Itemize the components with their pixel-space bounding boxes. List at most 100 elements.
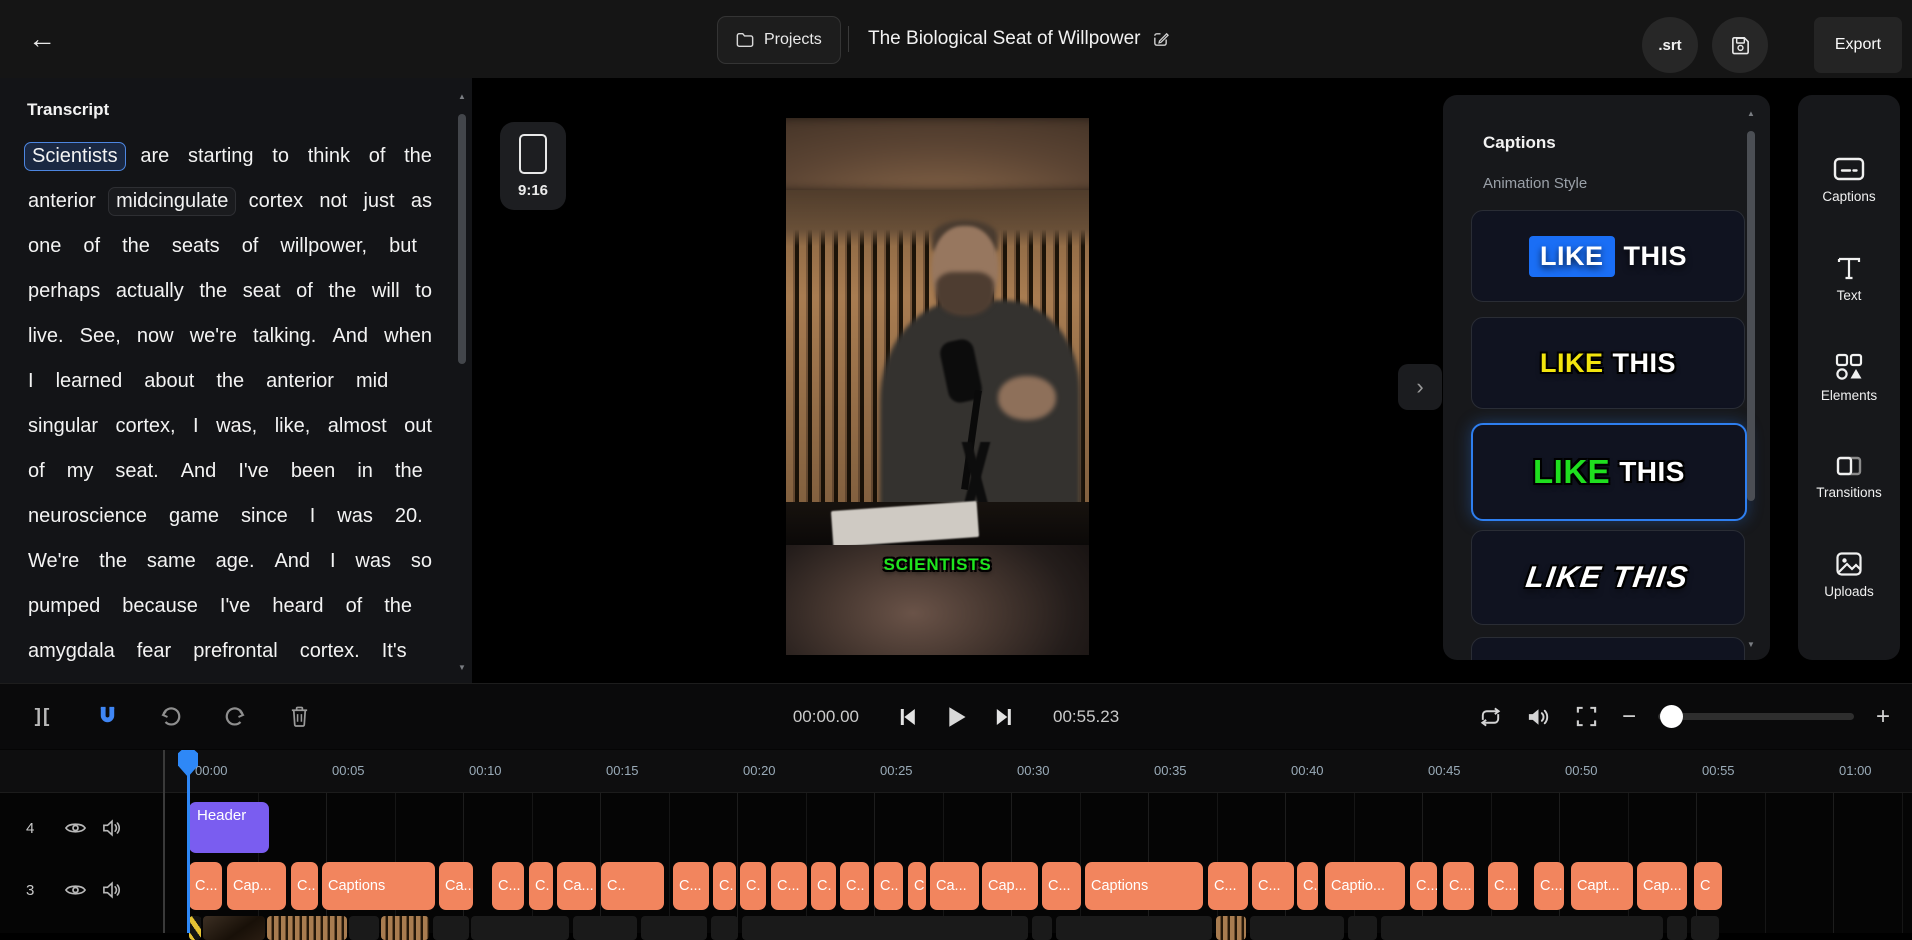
transcript-word[interactable]: actually (112, 277, 188, 306)
filmstrip-segment[interactable] (203, 916, 265, 940)
transcript-word[interactable]: And (177, 457, 221, 486)
captions-panel-scrollbar[interactable]: ▲ ▼ (1746, 109, 1756, 649)
track-visibility-toggle[interactable] (64, 882, 87, 898)
transcript-word[interactable]: of (342, 592, 367, 621)
caption-clip[interactable]: C (908, 862, 926, 910)
fullscreen-button[interactable] (1574, 704, 1600, 730)
transcript-word[interactable]: we're (186, 322, 241, 351)
transcript-word[interactable]: perhaps (24, 277, 104, 306)
volume-button[interactable] (1526, 704, 1552, 730)
transcript-word[interactable]: game (165, 502, 223, 531)
transcript-word[interactable]: of (292, 277, 317, 306)
caption-clip[interactable]: C... (1208, 862, 1248, 910)
caption-clip[interactable]: C (1694, 862, 1722, 910)
transcript-word[interactable]: out (400, 412, 436, 441)
transcript-word[interactable]: the (391, 457, 427, 486)
caption-clip[interactable]: C.. (601, 862, 664, 910)
caption-clip[interactable]: Cap... (1637, 862, 1687, 910)
transcript-word[interactable]: the (324, 277, 360, 306)
transcript-word[interactable]: was (333, 502, 377, 531)
transcript-word[interactable]: anterior (24, 187, 100, 216)
zoom-in-button[interactable]: + (1876, 705, 1890, 729)
transcript-word[interactable]: about (140, 367, 198, 396)
snap-magnet-button[interactable] (94, 704, 120, 730)
caption-clip[interactable]: C. (713, 862, 736, 910)
transcript-word[interactable]: seat. (111, 457, 162, 486)
transcript-word[interactable]: because (118, 592, 202, 621)
transcript-word[interactable]: seats (168, 232, 224, 261)
filmstrip-segment[interactable] (381, 916, 429, 940)
play-button[interactable] (943, 704, 969, 730)
transcript-word[interactable]: are (136, 142, 173, 171)
transcript-word[interactable]: starting (184, 142, 258, 171)
sidebar-item-uploads[interactable]: Uploads (1824, 551, 1874, 599)
transcript-word[interactable]: in (353, 457, 377, 486)
transcript-word[interactable]: Scientists (24, 142, 126, 171)
caption-style-option-5[interactable] (1471, 637, 1745, 660)
zoom-out-button[interactable]: − (1622, 705, 1636, 729)
captions-panel-scrollbar-thumb[interactable] (1747, 131, 1755, 501)
caption-clip[interactable]: Ca... (439, 862, 473, 910)
scroll-down-icon[interactable]: ▼ (458, 663, 466, 672)
transcript-word[interactable]: See, (76, 322, 125, 351)
aspect-ratio-button[interactable]: 9:16 (500, 122, 566, 210)
filmstrip-segment[interactable] (1381, 916, 1663, 940)
video-caption-overlay[interactable]: SCIENTISTS (786, 555, 1089, 575)
timeline-ruler[interactable]: 00:0000:0500:1000:1500:2000:2500:3000:35… (0, 750, 1912, 793)
transcript-scrollbar[interactable]: ▲ ▼ (457, 92, 467, 672)
transcript-word[interactable]: just (359, 187, 398, 216)
transcript-word[interactable]: the (400, 142, 436, 171)
undo-button[interactable] (158, 704, 184, 730)
edit-title-icon[interactable] (1152, 31, 1169, 48)
transcript-word[interactable]: now (133, 322, 178, 351)
transcript-word[interactable]: of (24, 457, 49, 486)
transcript-word[interactable]: anterior (262, 367, 338, 396)
caption-clip[interactable]: C. (1297, 862, 1318, 910)
transcript-word[interactable]: was, (212, 412, 261, 441)
back-button[interactable]: ← (24, 24, 60, 54)
filmstrip-segment[interactable] (1032, 916, 1052, 940)
transcript-word[interactable]: I (306, 502, 320, 531)
transcript-word[interactable]: the (195, 277, 231, 306)
filmstrip-segment[interactable] (1250, 916, 1344, 940)
caption-clip[interactable]: C... (189, 862, 222, 910)
transcript-word[interactable]: live. (24, 322, 68, 351)
filmstrip-segment[interactable] (742, 916, 1028, 940)
previous-frame-button[interactable] (895, 704, 921, 730)
projects-button[interactable]: Projects (717, 16, 841, 64)
transcript-word[interactable]: been (287, 457, 340, 486)
transcript-word[interactable]: heard (268, 592, 327, 621)
filmstrip-segment[interactable] (711, 916, 738, 940)
loop-button[interactable] (1478, 704, 1504, 730)
transcript-word[interactable]: of (365, 142, 390, 171)
next-frame-button[interactable] (991, 704, 1017, 730)
zoom-slider-thumb[interactable] (1660, 705, 1683, 728)
save-button[interactable] (1712, 17, 1768, 73)
filmstrip-segment[interactable] (471, 916, 569, 940)
sidebar-item-elements[interactable]: Elements (1821, 353, 1877, 403)
transcript-word[interactable]: cortex. (296, 637, 364, 666)
transcript-word[interactable]: I (189, 412, 203, 441)
caption-style-option-2[interactable]: LIKE THIS (1471, 317, 1745, 409)
scroll-up-icon[interactable]: ▲ (1747, 109, 1755, 118)
transcript-word[interactable]: learned (52, 367, 127, 396)
caption-clip[interactable]: C... (673, 862, 709, 910)
transcript-word[interactable]: almost (324, 412, 391, 441)
transcript-word[interactable]: same (143, 547, 200, 576)
caption-clip[interactable]: Captions (322, 862, 435, 910)
filmstrip-segment[interactable] (573, 916, 637, 940)
transcript-word[interactable]: mid (352, 367, 392, 396)
transcript-word[interactable]: the (118, 232, 154, 261)
filmstrip-segment[interactable] (1216, 916, 1246, 940)
filmstrip-segment[interactable] (1667, 916, 1687, 940)
transcript-word[interactable]: It's (378, 637, 411, 666)
video-preview[interactable]: SCIENTISTS (786, 118, 1089, 655)
caption-style-option-3[interactable]: LIKE THIS (1471, 423, 1747, 521)
caption-clip[interactable]: C.. (291, 862, 318, 910)
caption-clip[interactable]: Ca... (557, 862, 596, 910)
caption-clip[interactable]: Capt... (1571, 862, 1633, 910)
timeline-zoom-slider[interactable] (1658, 713, 1854, 720)
transcript-word[interactable]: And (270, 547, 314, 576)
filmstrip-segment[interactable] (267, 916, 347, 940)
transcript-word[interactable]: like, (271, 412, 315, 441)
